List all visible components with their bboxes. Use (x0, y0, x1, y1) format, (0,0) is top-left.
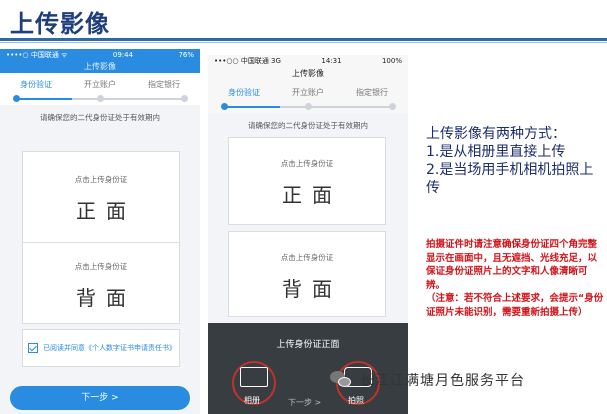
side-label: 背面 (282, 277, 342, 301)
clock-label: 14:31 (321, 56, 342, 65)
title-rule (0, 38, 607, 41)
status-bar: •••○○ 中国联通 3G 14:31 100% (208, 55, 408, 66)
upload-methods-text: 上传影像有两种方式： 1.是从相册里直接上传 2.是当场用手机相机拍照上传 (426, 125, 602, 197)
agree-checkbox[interactable] (28, 343, 38, 353)
photo-source-sheet: 上传身份证正面 相册 拍照 下一步 > (208, 323, 408, 414)
watermark-text: 长江江满塘月色服务平台 (360, 373, 525, 389)
step-bank[interactable]: 指定银行 (148, 79, 180, 90)
step-dot-2 (97, 95, 104, 102)
step-tabs: 身份验证 开立账户 指定银行 (0, 73, 200, 93)
carrier-label: ••••○ 中国联通 ᯤ (6, 50, 68, 59)
validity-hint: 请确保您的二代身份证处于有效期内 (40, 113, 160, 122)
side-label: 正面 (76, 199, 136, 223)
step-open-account[interactable]: 开立账户 (292, 87, 324, 98)
agreement-row[interactable]: 已阅读并同意《个人数字证书申请责任书》 (22, 329, 180, 367)
carrier-label: •••○○ 中国联通 3G (214, 56, 281, 65)
upload-label: 点击上传身份证 (74, 262, 128, 271)
step-bank[interactable]: 指定银行 (356, 87, 388, 98)
notice-main: 拍摄证件时请注意确保身份证四个角完整显示在画面中，且无遮挡、光线充足，以保证身份… (426, 239, 598, 291)
wechat-watermark: 长江江满塘月色服务平台 (330, 370, 525, 390)
side-label: 正面 (282, 183, 342, 207)
step-dot-1 (221, 103, 228, 110)
validity-hint: 请确保您的二代身份证处于有效期内 (248, 121, 368, 130)
method-2: 2.是当场用手机相机拍照上传 (426, 162, 594, 196)
step-identity[interactable]: 身份验证 (20, 79, 52, 90)
step-dot-1 (13, 95, 20, 102)
slide-title: 上传影像 (10, 10, 110, 38)
front-upload-card[interactable]: 点击上传身份证 正面 (228, 137, 386, 225)
back-upload-card[interactable]: 点击上传身份证 背面 (228, 231, 386, 317)
status-bar: ••••○ 中国联通 ᯤ 09:44 76% (0, 49, 200, 60)
method-1: 1.是从相册里直接上传 (426, 144, 566, 160)
step-open-account[interactable]: 开立账户 (84, 79, 116, 90)
nav-title: 上传影像 (0, 60, 200, 73)
battery-label: 100% (381, 56, 402, 65)
album-label: 相册 (244, 396, 260, 405)
upload-label: 点击上传身份证 (280, 253, 334, 262)
camera-label: 拍照 (348, 396, 364, 405)
step-progress (208, 101, 408, 113)
title-rule-thin (0, 42, 607, 43)
notice-warning: （注意：若不符合上述要求，会提示“身份证照片未能识别，需要重新拍摄上传） (426, 293, 604, 318)
clock-label: 09:44 (112, 50, 134, 59)
battery-label: 76% (178, 50, 194, 59)
nav-title: 上传影像 (208, 66, 408, 81)
step-progress (0, 93, 200, 105)
step-tabs: 身份验证 开立账户 指定银行 (208, 81, 408, 101)
step-identity[interactable]: 身份验证 (228, 87, 260, 98)
front-upload-card[interactable]: 点击上传身份证 正面 (22, 151, 180, 249)
sheet-title: 上传身份证正面 (276, 340, 340, 350)
side-label: 背面 (76, 286, 136, 310)
image-icon (240, 367, 268, 387)
upload-label: 点击上传身份证 (74, 175, 128, 184)
step-dot-3 (389, 103, 396, 110)
back-upload-card[interactable]: 点击上传身份证 背面 (22, 242, 180, 324)
upload-label: 点击上传身份证 (280, 159, 334, 168)
wechat-icon (330, 371, 352, 389)
agreement-text[interactable]: 已阅读并同意《个人数字证书申请责任书》 (43, 343, 176, 353)
step-dot-3 (181, 95, 188, 102)
phone-screenshot-album: ••••○ 中国联通 ᯤ 09:44 76% 上传影像 身份验证 开立账户 指定… (0, 49, 200, 414)
step-dot-2 (305, 103, 312, 110)
photo-notice: 拍摄证件时请注意确保身份证四个角完整显示在画面中，且无遮挡、光线充足，以保证身份… (426, 238, 604, 319)
phone-screenshot-camera: •••○○ 中国联通 3G 14:31 100% 上传影像 身份验证 开立账户 … (208, 55, 408, 414)
next-button[interactable]: 下一步 > (10, 386, 190, 410)
methods-heading: 上传影像有两种方式： (426, 126, 566, 142)
next-button[interactable]: 下一步 > (288, 397, 321, 408)
